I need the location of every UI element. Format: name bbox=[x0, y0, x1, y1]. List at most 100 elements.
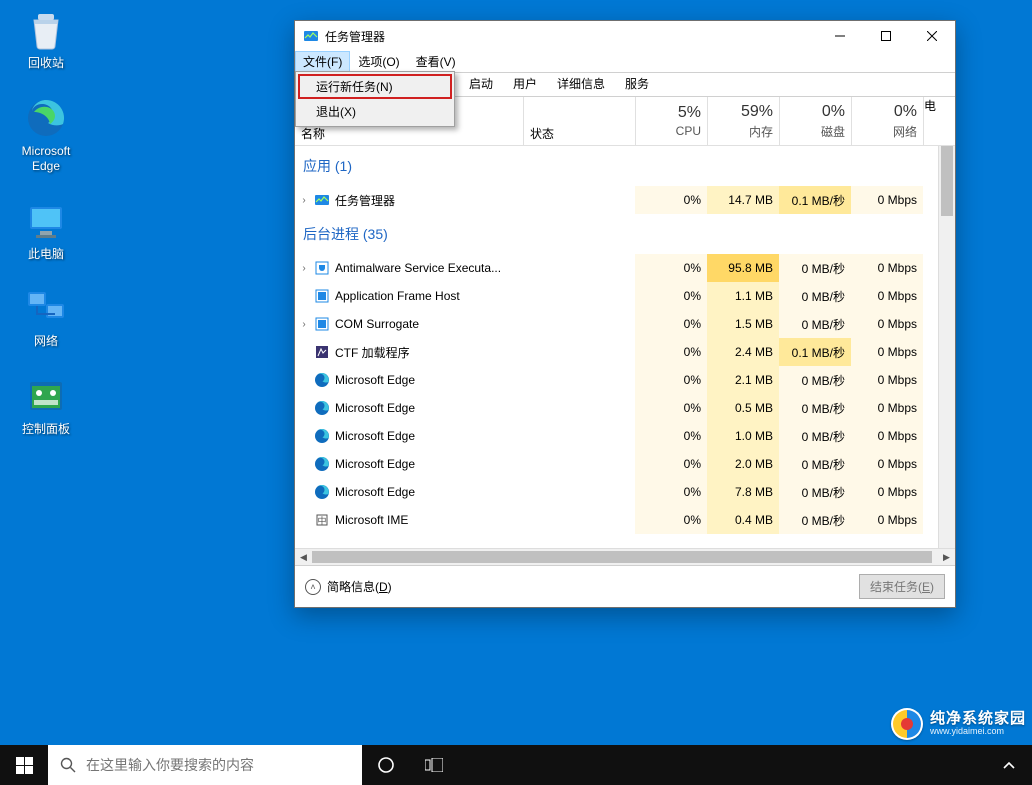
taskbar-search[interactable] bbox=[48, 745, 362, 785]
footer: ˄ 简略信息(D) 结束任务(E) bbox=[295, 565, 955, 607]
desktop-icon-label: 回收站 bbox=[28, 56, 64, 72]
expand-toggle[interactable]: › bbox=[295, 263, 313, 274]
network-cell: 0 Mbps bbox=[851, 450, 923, 478]
menu-run-new-task[interactable]: 运行新任务(N) bbox=[298, 74, 452, 99]
end-task-button[interactable]: 结束任务(E) bbox=[859, 574, 945, 599]
tray-overflow-button[interactable] bbox=[992, 761, 1026, 769]
menu-exit[interactable]: 退出(X) bbox=[298, 99, 452, 124]
task-view-icon bbox=[425, 758, 443, 772]
menu-options[interactable]: 选项(O) bbox=[350, 51, 407, 72]
disk-cell: 0.1 MB/秒 bbox=[779, 338, 851, 366]
start-button[interactable] bbox=[0, 745, 48, 785]
scrollbar-thumb[interactable] bbox=[941, 146, 953, 216]
network-cell: 0 Mbps bbox=[851, 366, 923, 394]
desktop-icon-this-pc[interactable]: 此电脑 bbox=[8, 199, 84, 263]
titlebar[interactable]: 任务管理器 bbox=[295, 21, 955, 51]
process-row[interactable]: ›Antimalware Service Executa...0%95.8 MB… bbox=[295, 254, 938, 282]
process-icon bbox=[313, 428, 331, 444]
menu-view[interactable]: 查看(V) bbox=[408, 51, 464, 72]
memory-cell: 95.8 MB bbox=[707, 254, 779, 282]
menubar: 文件(F) 选项(O) 查看(V) 运行新任务(N) 退出(X) bbox=[295, 51, 955, 73]
watermark: 纯净系统家园 www.yidaimei.com bbox=[890, 707, 1026, 741]
desktop-icon-label: 网络 bbox=[34, 334, 58, 350]
process-name: Microsoft Edge bbox=[331, 401, 523, 415]
network-cell: 0 Mbps bbox=[851, 254, 923, 282]
process-row[interactable]: CTF 加载程序0%2.4 MB0.1 MB/秒0 Mbps bbox=[295, 338, 938, 366]
tab-services[interactable]: 服务 bbox=[615, 73, 659, 96]
process-icon bbox=[313, 316, 331, 332]
process-row[interactable]: Microsoft Edge0%7.8 MB0 MB/秒0 Mbps bbox=[295, 478, 938, 506]
process-icon bbox=[313, 260, 331, 276]
cpu-cell: 0% bbox=[635, 282, 707, 310]
disk-cell: 0 MB/秒 bbox=[779, 506, 851, 534]
process-row[interactable]: ›COM Surrogate0%1.5 MB0 MB/秒0 Mbps bbox=[295, 310, 938, 338]
close-button[interactable] bbox=[909, 21, 955, 51]
memory-cell: 1.5 MB bbox=[707, 310, 779, 338]
process-row[interactable]: Microsoft Edge0%0.5 MB0 MB/秒0 Mbps bbox=[295, 394, 938, 422]
watermark-logo-icon bbox=[890, 707, 924, 741]
tab-startup[interactable]: 启动 bbox=[459, 73, 503, 96]
memory-cell: 14.7 MB bbox=[707, 186, 779, 214]
tab-details[interactable]: 详细信息 bbox=[547, 73, 615, 96]
disk-cell: 0 MB/秒 bbox=[779, 450, 851, 478]
system-tray bbox=[992, 745, 1032, 785]
menu-file[interactable]: 文件(F) bbox=[295, 51, 350, 72]
desktop-icon-recycle-bin[interactable]: 回收站 bbox=[8, 8, 84, 72]
network-cell: 0 Mbps bbox=[851, 186, 923, 214]
maximize-button[interactable] bbox=[863, 21, 909, 51]
desktop-icon-edge[interactable]: Microsoft Edge bbox=[8, 96, 84, 175]
cortana-button[interactable] bbox=[362, 745, 410, 785]
cpu-cell: 0% bbox=[635, 310, 707, 338]
process-row[interactable]: ›任务管理器0%14.7 MB0.1 MB/秒0 Mbps bbox=[295, 186, 938, 214]
memory-cell: 2.0 MB bbox=[707, 450, 779, 478]
network-cell: 0 Mbps bbox=[851, 310, 923, 338]
process-row[interactable]: Microsoft Edge0%2.1 MB0 MB/秒0 Mbps bbox=[295, 366, 938, 394]
pc-icon bbox=[24, 199, 68, 243]
minimize-button[interactable] bbox=[817, 21, 863, 51]
task-manager-window: 任务管理器 文件(F) 选项(O) 查看(V) 运行新任务(N) 退出(X) 启… bbox=[294, 20, 956, 608]
process-row[interactable]: 中Microsoft IME0%0.4 MB0 MB/秒0 Mbps bbox=[295, 506, 938, 534]
header-network[interactable]: 0% 网络 bbox=[851, 97, 923, 145]
network-cell: 0 Mbps bbox=[851, 394, 923, 422]
process-row[interactable]: Application Frame Host0%1.1 MB0 MB/秒0 Mb… bbox=[295, 282, 938, 310]
header-disk[interactable]: 0% 磁盘 bbox=[779, 97, 851, 145]
expand-toggle[interactable]: › bbox=[295, 319, 313, 330]
process-icon: 中 bbox=[313, 512, 331, 528]
process-row[interactable]: Microsoft Edge0%2.0 MB0 MB/秒0 Mbps bbox=[295, 450, 938, 478]
cpu-cell: 0% bbox=[635, 478, 707, 506]
header-power[interactable]: 电 bbox=[923, 97, 935, 145]
desktop-icons: 回收站 Microsoft Edge 此电脑 网络 控制面板 bbox=[8, 8, 84, 438]
vertical-scrollbar[interactable] bbox=[938, 146, 955, 548]
desktop-icon-network[interactable]: 网络 bbox=[8, 286, 84, 350]
fewer-details-toggle[interactable]: ˄ 简略信息(D) bbox=[305, 578, 392, 595]
group-background: 后台进程 (35) bbox=[295, 214, 938, 254]
header-cpu[interactable]: 5% CPU bbox=[635, 97, 707, 145]
scrollbar-thumb[interactable] bbox=[312, 551, 932, 563]
process-row[interactable]: Microsoft Edge0%1.0 MB0 MB/秒0 Mbps bbox=[295, 422, 938, 450]
process-icon bbox=[313, 456, 331, 472]
memory-cell: 7.8 MB bbox=[707, 478, 779, 506]
window-title: 任务管理器 bbox=[325, 28, 817, 45]
desktop-icon-label: Microsoft Edge bbox=[22, 144, 71, 175]
tab-users[interactable]: 用户 bbox=[503, 73, 547, 96]
desktop-icon-control-panel[interactable]: 控制面板 bbox=[8, 374, 84, 438]
disk-cell: 0 MB/秒 bbox=[779, 366, 851, 394]
header-status[interactable]: 状态 bbox=[523, 97, 635, 145]
scroll-left-button[interactable]: ◀ bbox=[295, 549, 312, 566]
scroll-right-button[interactable]: ▶ bbox=[938, 549, 955, 566]
cpu-cell: 0% bbox=[635, 254, 707, 282]
process-table[interactable]: 应用 (1)›任务管理器0%14.7 MB0.1 MB/秒0 Mbps后台进程 … bbox=[295, 146, 938, 548]
memory-cell: 1.1 MB bbox=[707, 282, 779, 310]
search-input[interactable] bbox=[86, 757, 350, 773]
task-view-button[interactable] bbox=[410, 745, 458, 785]
desktop-icon-label: 此电脑 bbox=[28, 247, 64, 263]
process-icon bbox=[313, 484, 331, 500]
disk-cell: 0.1 MB/秒 bbox=[779, 186, 851, 214]
expand-toggle[interactable]: › bbox=[295, 195, 313, 206]
horizontal-scrollbar[interactable]: ◀ ▶ bbox=[295, 548, 955, 565]
network-cell: 0 Mbps bbox=[851, 282, 923, 310]
desktop[interactable]: 回收站 Microsoft Edge 此电脑 网络 控制面板 bbox=[0, 0, 1032, 785]
header-memory[interactable]: 59% 内存 bbox=[707, 97, 779, 145]
file-menu-dropdown: 运行新任务(N) 退出(X) bbox=[295, 71, 455, 127]
process-icon bbox=[313, 288, 331, 304]
